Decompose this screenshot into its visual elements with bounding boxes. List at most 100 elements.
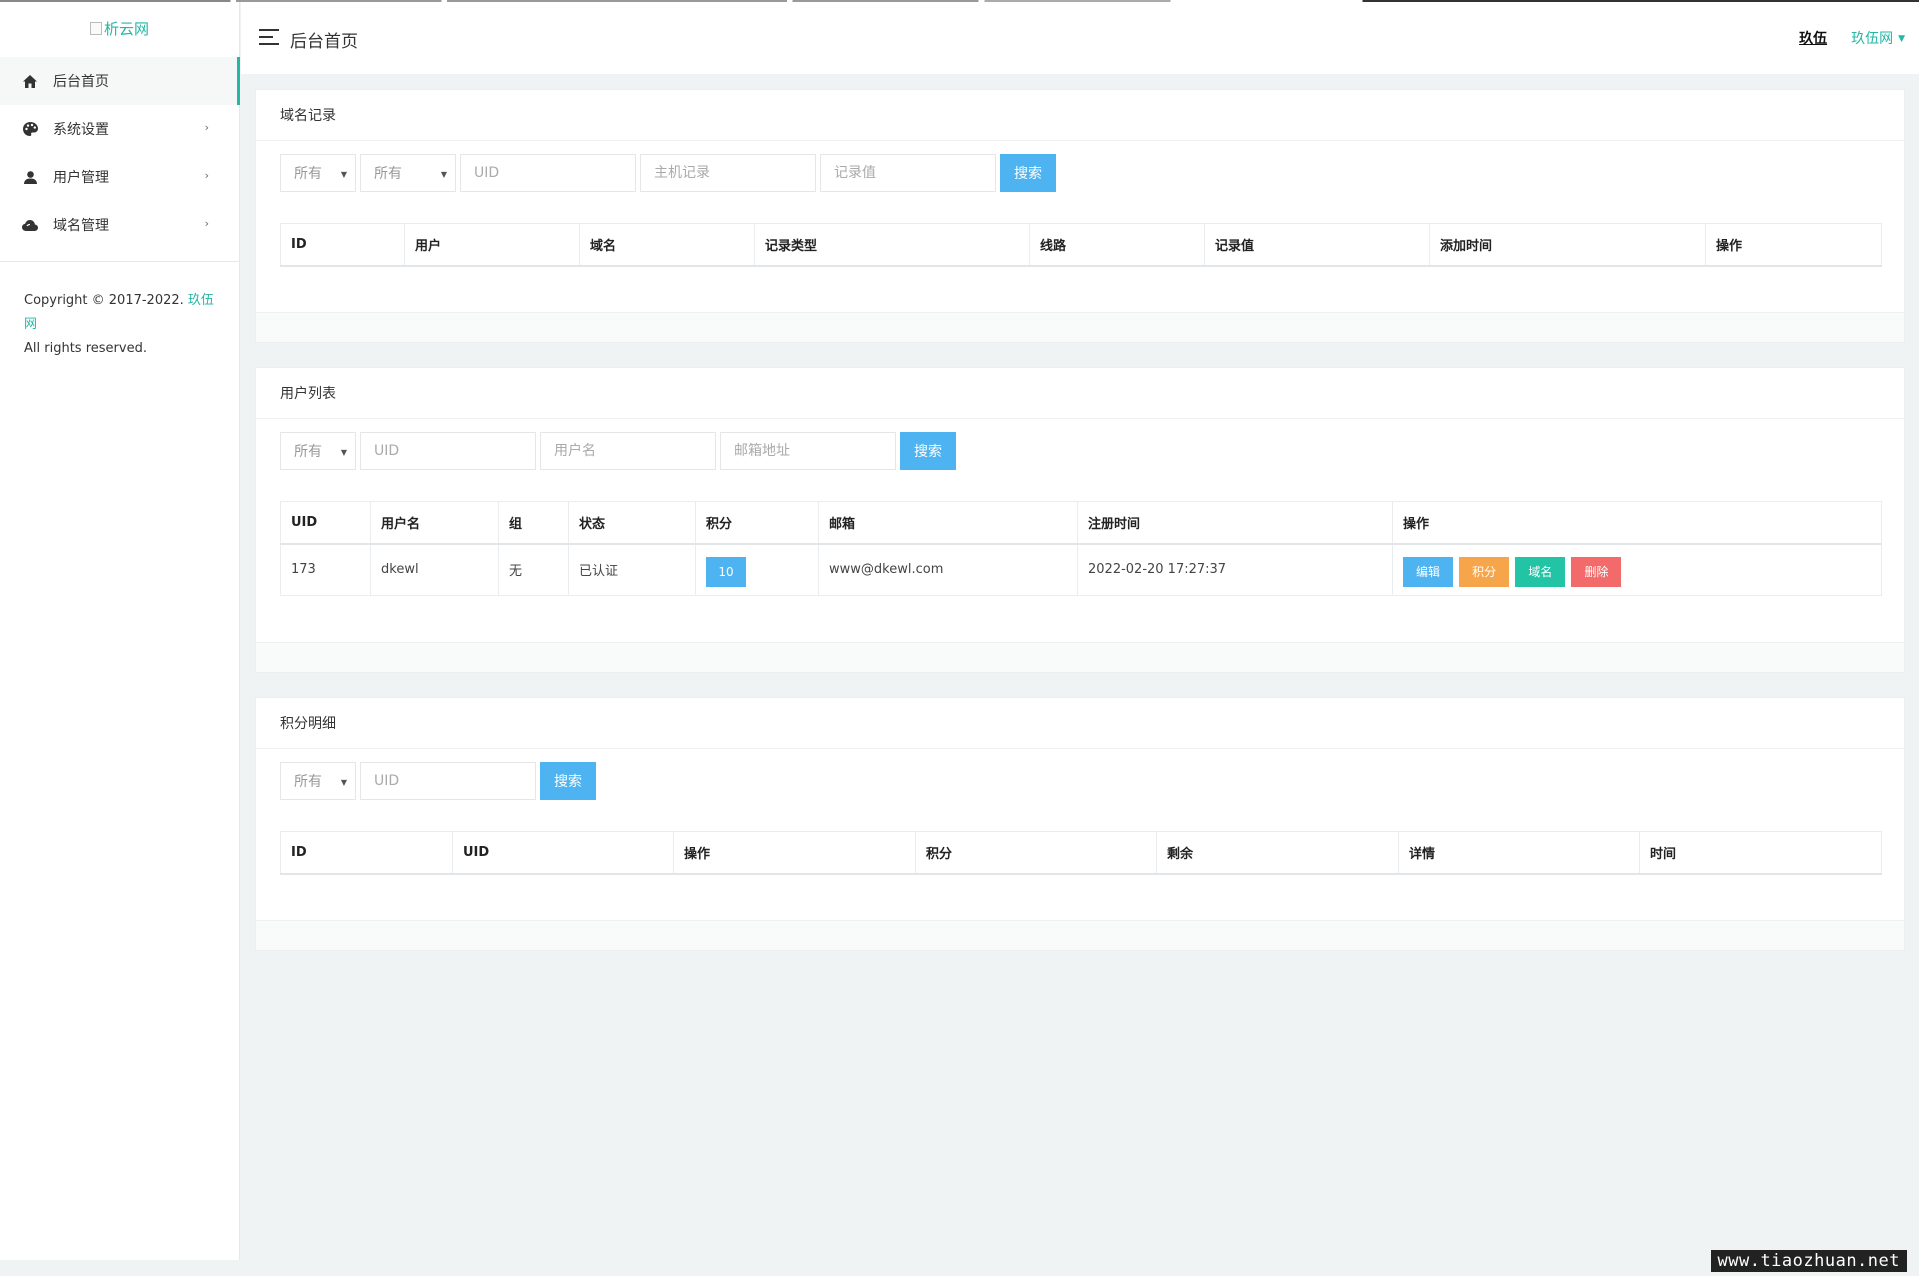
copyright: Copyright © 2017-2022. 玖伍网 All rights re… bbox=[0, 262, 239, 388]
header-user-link[interactable]: 玖伍 bbox=[1799, 28, 1827, 48]
sidebar-item-label: 域名管理 bbox=[53, 218, 109, 234]
select-value: 所有 bbox=[294, 166, 322, 182]
column-header[interactable]: 记录类型 bbox=[754, 223, 1030, 267]
watermark: www.tiaozhuan.net bbox=[1710, 1250, 1907, 1272]
menu-toggle-icon[interactable] bbox=[259, 29, 279, 45]
points-uid-input[interactable] bbox=[360, 762, 536, 800]
sidebar-item-domains[interactable]: 域名管理 › bbox=[0, 201, 239, 249]
chevron-right-icon: › bbox=[204, 217, 209, 230]
column-header[interactable]: UID bbox=[280, 501, 371, 545]
user-search-button[interactable]: 搜索 bbox=[900, 432, 956, 470]
top-strip bbox=[0, 0, 1919, 2]
cell-email: www@dkewl.com bbox=[818, 543, 1078, 596]
sidebar: 析云网 后台首页 系统设置 › 用户管理 › 域名管理 › Copyright … bbox=[0, 0, 240, 1260]
rights-text: All rights reserved. bbox=[24, 341, 147, 356]
caret-down-icon: ▼ bbox=[340, 448, 347, 457]
delete-button[interactable]: 删除 bbox=[1571, 556, 1622, 587]
column-header[interactable]: 操作 bbox=[673, 831, 916, 875]
domain-filter-bar: 所有 ▼ 所有 ▼ 搜索 bbox=[280, 154, 1056, 192]
site-dropdown-label: 玖伍网 bbox=[1851, 31, 1894, 47]
column-header[interactable]: 操作 bbox=[1705, 223, 1882, 267]
domain-search-button[interactable]: 搜索 bbox=[1000, 154, 1056, 192]
column-header[interactable]: 线路 bbox=[1029, 223, 1205, 267]
user-uid-input[interactable] bbox=[360, 432, 536, 470]
chevron-right-icon: › bbox=[204, 169, 209, 182]
logo[interactable]: 析云网 bbox=[0, 0, 239, 57]
edit-button[interactable]: 编辑 bbox=[1403, 556, 1454, 587]
user-list-panel: 用户列表 所有 ▼ 搜索 UID 用户名 组 状态 积分 邮箱 注册时间 操作 1… bbox=[255, 367, 1905, 673]
record-value-input[interactable] bbox=[820, 154, 996, 192]
panel-footer bbox=[256, 920, 1904, 950]
domain-type-select[interactable]: 所有 ▼ bbox=[360, 154, 456, 192]
column-header[interactable]: 积分 bbox=[695, 501, 819, 545]
column-header[interactable]: 添加时间 bbox=[1429, 223, 1706, 267]
points-filter-bar: 所有 ▼ 搜索 bbox=[280, 762, 596, 800]
column-header[interactable]: ID bbox=[280, 831, 453, 875]
domain-button[interactable]: 域名 bbox=[1515, 556, 1566, 587]
column-header[interactable]: 时间 bbox=[1639, 831, 1882, 875]
cloud-icon bbox=[22, 217, 38, 233]
points-button[interactable]: 积分 bbox=[1459, 556, 1510, 587]
cell-status: 已认证 bbox=[568, 543, 696, 596]
column-header[interactable]: 域名 bbox=[579, 223, 755, 267]
cell-group: 无 bbox=[498, 543, 569, 596]
column-header[interactable]: 剩余 bbox=[1156, 831, 1399, 875]
sidebar-item-users[interactable]: 用户管理 › bbox=[0, 153, 239, 201]
username-input[interactable] bbox=[540, 432, 716, 470]
sidebar-item-label: 系统设置 bbox=[53, 122, 109, 138]
select-value: 所有 bbox=[374, 166, 402, 182]
caret-down-icon: ▼ bbox=[340, 778, 347, 787]
home-icon bbox=[22, 73, 38, 89]
column-header[interactable]: 记录值 bbox=[1204, 223, 1430, 267]
column-header[interactable]: 用户名 bbox=[370, 501, 499, 545]
broken-image-icon bbox=[89, 22, 102, 35]
column-header[interactable]: 用户 bbox=[404, 223, 580, 267]
column-header[interactable]: 详情 bbox=[1398, 831, 1640, 875]
sidebar-item-label: 后台首页 bbox=[53, 74, 109, 90]
sidebar-item-label: 用户管理 bbox=[53, 170, 109, 186]
cell-actions: 编辑 积分 域名 删除 bbox=[1392, 543, 1882, 596]
domain-scope-select[interactable]: 所有 ▼ bbox=[280, 154, 356, 192]
domain-records-table: ID 用户 域名 记录类型 线路 记录值 添加时间 操作 bbox=[280, 223, 1882, 267]
user-icon bbox=[22, 169, 38, 185]
site-dropdown[interactable]: 玖伍网 ▼ bbox=[1851, 28, 1905, 48]
column-header[interactable]: 操作 bbox=[1392, 501, 1882, 545]
points-detail-table: ID UID 操作 积分 剩余 详情 时间 bbox=[280, 831, 1882, 875]
domain-uid-input[interactable] bbox=[460, 154, 636, 192]
cell-username: dkewl bbox=[370, 543, 499, 596]
caret-down-icon: ▼ bbox=[1898, 34, 1905, 44]
cell-points: 10 bbox=[695, 543, 819, 596]
page-title: 后台首页 bbox=[290, 32, 358, 52]
sidebar-item-home[interactable]: 后台首页 bbox=[0, 57, 240, 105]
column-header[interactable]: 邮箱 bbox=[818, 501, 1078, 545]
column-header[interactable]: 积分 bbox=[915, 831, 1157, 875]
top-header: 后台首页 玖伍 玖伍网 ▼ bbox=[241, 2, 1919, 74]
column-header[interactable]: 注册时间 bbox=[1077, 501, 1393, 545]
sidebar-item-settings[interactable]: 系统设置 › bbox=[0, 105, 239, 153]
points-badge-button[interactable]: 10 bbox=[706, 556, 746, 587]
chevron-right-icon: › bbox=[204, 121, 209, 134]
domain-records-panel: 域名记录 所有 ▼ 所有 ▼ 搜索 ID 用户 域名 记录类型 线路 记录值 添加时… bbox=[255, 89, 1905, 343]
panel-title: 域名记录 bbox=[256, 90, 1904, 141]
host-record-input[interactable] bbox=[640, 154, 816, 192]
points-scope-select[interactable]: 所有 ▼ bbox=[280, 762, 356, 800]
email-input[interactable] bbox=[720, 432, 896, 470]
caret-down-icon: ▼ bbox=[340, 170, 347, 179]
column-header[interactable]: 组 bbox=[498, 501, 569, 545]
bottom-strip bbox=[0, 1260, 1919, 1276]
column-header[interactable]: 状态 bbox=[568, 501, 696, 545]
column-header[interactable]: UID bbox=[452, 831, 674, 875]
cell-uid: 173 bbox=[280, 543, 371, 596]
user-list-table: UID 用户名 组 状态 积分 邮箱 注册时间 操作 173 dkewl 无 已… bbox=[280, 501, 1882, 596]
user-scope-select[interactable]: 所有 ▼ bbox=[280, 432, 356, 470]
panel-footer bbox=[256, 312, 1904, 342]
table-row: 173 dkewl 无 已认证 10 www@dkewl.com 2022-02… bbox=[280, 543, 1882, 596]
user-filter-bar: 所有 ▼ 搜索 bbox=[280, 432, 956, 470]
cell-registered: 2022-02-20 17:27:37 bbox=[1077, 543, 1393, 596]
column-header[interactable]: ID bbox=[280, 223, 405, 267]
copyright-text: Copyright © 2017-2022. bbox=[24, 293, 184, 308]
panel-footer bbox=[256, 642, 1904, 672]
select-value: 所有 bbox=[294, 774, 322, 790]
points-search-button[interactable]: 搜索 bbox=[540, 762, 596, 800]
caret-down-icon: ▼ bbox=[440, 170, 447, 179]
